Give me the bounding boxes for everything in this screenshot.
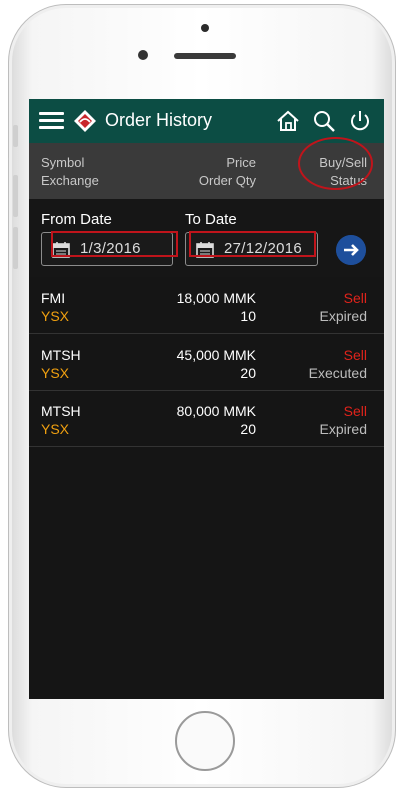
order-symbol: MTSH bbox=[41, 347, 81, 363]
proximity-sensor bbox=[201, 24, 209, 32]
volume-down-button bbox=[13, 227, 18, 269]
order-qty: 10 bbox=[240, 308, 256, 324]
buy-sell-status-highlight bbox=[298, 137, 373, 190]
menu-icon[interactable] bbox=[39, 111, 64, 131]
app-logo-icon bbox=[74, 110, 96, 132]
order-status: Expired bbox=[319, 308, 367, 324]
front-camera bbox=[138, 50, 148, 60]
order-price: 45,000 MMK bbox=[176, 347, 256, 363]
home-button[interactable] bbox=[175, 711, 235, 771]
page-title: Order History bbox=[105, 110, 213, 130]
power-icon[interactable] bbox=[347, 108, 373, 134]
order-exchange: YSX bbox=[41, 365, 70, 381]
order-side: Sell bbox=[343, 347, 367, 363]
order-side: Sell bbox=[343, 290, 367, 306]
order-exchange: YSX bbox=[41, 421, 70, 437]
order-price: 80,000 MMK bbox=[176, 403, 256, 419]
search-icon[interactable] bbox=[311, 108, 337, 134]
to-date-label: To Date bbox=[185, 211, 237, 228]
order-row[interactable]: FMI YSX 18,000 MMK 10 Sell Expired bbox=[29, 277, 384, 334]
order-symbol: MTSH bbox=[41, 403, 81, 419]
col-price: Price bbox=[226, 155, 256, 170]
home-icon[interactable] bbox=[275, 108, 301, 134]
order-price: 18,000 MMK bbox=[176, 290, 256, 306]
order-status: Expired bbox=[319, 421, 367, 437]
order-exchange: YSX bbox=[41, 308, 70, 324]
from-date-label: From Date bbox=[41, 211, 112, 228]
col-order-qty: Order Qty bbox=[198, 173, 256, 188]
from-date-highlight bbox=[51, 231, 178, 257]
order-row[interactable]: MTSH YSX 45,000 MMK 20 Sell Executed bbox=[29, 334, 384, 391]
to-date-highlight bbox=[189, 231, 316, 257]
order-side: Sell bbox=[343, 403, 367, 419]
col-exchange: Exchange bbox=[41, 173, 99, 188]
earpiece-speaker bbox=[174, 53, 236, 59]
mute-switch bbox=[13, 125, 18, 147]
col-symbol: Symbol bbox=[41, 155, 85, 170]
order-qty: 20 bbox=[240, 421, 256, 437]
order-qty: 20 bbox=[240, 365, 256, 381]
order-symbol: FMI bbox=[41, 290, 66, 306]
order-status: Executed bbox=[308, 365, 367, 381]
submit-arrow-button[interactable] bbox=[336, 235, 366, 265]
volume-up-button bbox=[13, 175, 18, 217]
order-row[interactable]: MTSH YSX 80,000 MMK 20 Sell Expired bbox=[29, 390, 384, 447]
